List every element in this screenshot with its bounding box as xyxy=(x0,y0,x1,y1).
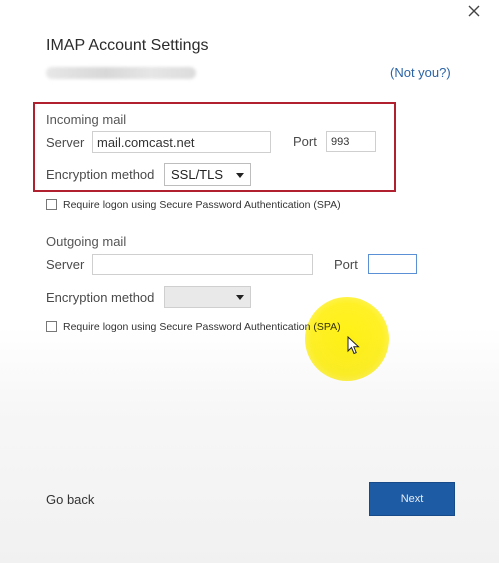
not-you-link[interactable]: (Not you?) xyxy=(390,65,451,80)
next-button[interactable]: Next xyxy=(369,482,455,516)
incoming-encryption-label: Encryption method xyxy=(46,167,155,182)
outgoing-encryption-select[interactable] xyxy=(164,286,251,308)
incoming-port-label: Port xyxy=(293,134,317,149)
incoming-encryption-value: SSL/TLS xyxy=(171,167,224,182)
close-button[interactable] xyxy=(465,2,483,20)
go-back-link[interactable]: Go back xyxy=(46,492,94,507)
incoming-encryption-select[interactable]: SSL/TLS xyxy=(164,163,251,186)
outgoing-encryption-label: Encryption method xyxy=(46,290,155,305)
outgoing-spa-checkbox[interactable] xyxy=(46,321,57,332)
incoming-server-label: Server xyxy=(46,135,85,150)
mouse-pointer xyxy=(347,335,361,356)
incoming-port-input[interactable] xyxy=(326,131,376,152)
chevron-down-icon xyxy=(236,295,244,300)
outgoing-server-input[interactable] xyxy=(92,254,313,275)
outgoing-spa-label: Require logon using Secure Password Auth… xyxy=(63,321,341,333)
incoming-mail-heading: Incoming mail xyxy=(46,112,127,127)
chevron-down-icon xyxy=(236,172,244,178)
account-email-redacted xyxy=(46,67,196,79)
incoming-server-input[interactable] xyxy=(92,131,271,153)
outgoing-mail-heading: Outgoing mail xyxy=(46,234,127,249)
dialog-title: IMAP Account Settings xyxy=(46,37,209,54)
outgoing-port-label: Port xyxy=(334,257,358,272)
incoming-spa-checkbox[interactable] xyxy=(46,199,57,210)
incoming-spa-label: Require logon using Secure Password Auth… xyxy=(63,199,341,211)
close-icon xyxy=(468,5,480,17)
outgoing-port-input[interactable] xyxy=(368,254,417,274)
mouse-pointer-icon xyxy=(347,335,360,355)
outgoing-server-label: Server xyxy=(46,257,85,272)
